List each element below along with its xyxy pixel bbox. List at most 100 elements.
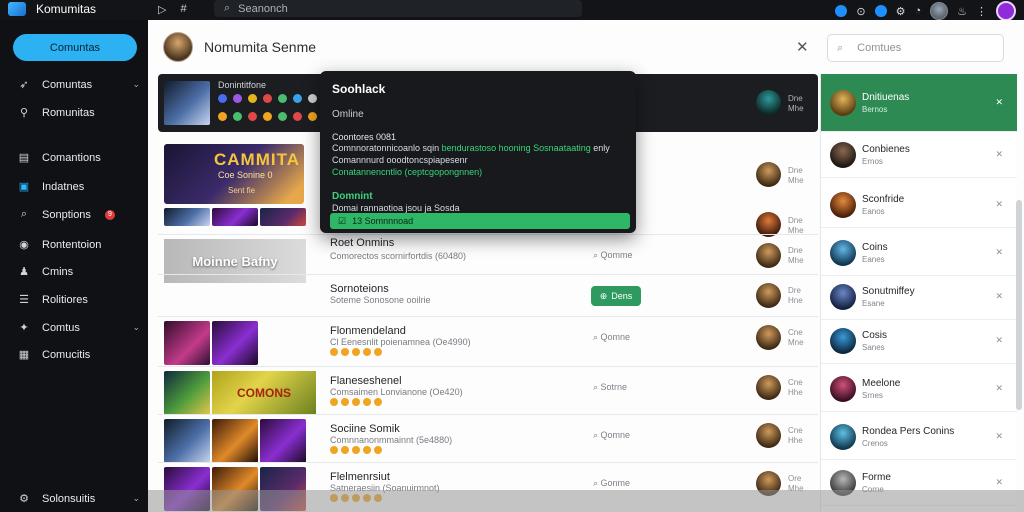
close-icon[interactable]: ✕ (995, 477, 1003, 488)
member-avatar[interactable] (756, 423, 781, 448)
row-meta: Dne Mhe (788, 166, 804, 186)
row-action-link[interactable]: ⌕ Qomme (593, 250, 633, 261)
bottom-overlay (148, 490, 1024, 512)
member-item[interactable]: Dnitiuenas Bernos ✕ (821, 74, 1017, 132)
sidebar-item-11[interactable]: ⚙ Solonsuitis ⌄ (18, 492, 140, 506)
community-row[interactable]: Sornoteions Soteme Sonosone ooilrie ⊕ Dens D… (158, 274, 818, 316)
sidebar-item-5[interactable]: ⌕ Sonptions 9 (18, 208, 140, 221)
media-thumbnail (260, 208, 306, 226)
chevron-down-icon[interactable]: ⌄ (132, 493, 140, 504)
close-icon[interactable]: ✕ (995, 431, 1003, 442)
popover-body-highlight: Conatannencntlio (ceptcgopongnnen) (332, 167, 483, 177)
sidebar-item-label: Rolitiores (42, 293, 88, 306)
close-icon[interactable]: ✕ (995, 199, 1003, 210)
member-item[interactable]: Rondea Pers Conins Crenos ✕ (821, 414, 1017, 460)
banner-caption: Sent fie (228, 186, 256, 195)
chevron-down-icon[interactable]: ⌄ (132, 79, 140, 90)
media-thumbnail (164, 321, 210, 365)
emoji-icon (363, 446, 371, 454)
emoji-icon (278, 94, 287, 103)
member-avatar[interactable] (756, 162, 781, 187)
sidebar-item-label: Romunitas (42, 106, 95, 119)
member-name: Forme (862, 472, 891, 483)
header-search-placeholder: Comtues (857, 42, 902, 54)
sidebar-item-10[interactable]: ▦ Comucitis (18, 348, 140, 362)
chevron-down-icon[interactable]: ⌄ (132, 322, 140, 333)
close-icon[interactable]: ✕ (995, 97, 1003, 108)
sidebar-item-8[interactable]: ☰ Rolitiores (18, 293, 140, 307)
community-row[interactable]: Sociine Somik Comnnanonmmainnt (5e4880) ⌕ … (158, 414, 818, 463)
sidebar-item-4[interactable]: ▣ Indatnes (18, 180, 140, 194)
member-item[interactable]: Cosis Sanes ✕ (821, 318, 1017, 364)
emoji-icon (293, 112, 302, 121)
row-action-link[interactable]: ⌕ Gonme (593, 478, 630, 489)
sidebar-item-3[interactable]: ▤ Comantions (18, 151, 140, 165)
meta-line: Mhe (788, 104, 804, 113)
member-status: Bernos (862, 105, 888, 114)
info-icon[interactable] (874, 5, 887, 17)
sidebar-item-label: Rontentoion (42, 238, 102, 251)
member-item[interactable]: Sonutmiffey Esane ✕ (821, 274, 1017, 320)
member-avatar[interactable] (756, 325, 781, 350)
settings-icon[interactable]: ⚙ (896, 5, 906, 18)
location-icon[interactable]: ⊙ (856, 5, 865, 18)
close-icon[interactable]: ✕ (995, 247, 1003, 258)
member-avatar (830, 376, 856, 402)
community-avatar[interactable] (163, 32, 193, 62)
sidebar-item-6[interactable]: ◉ Rontentoion (18, 238, 140, 252)
sidebar-item-9[interactable]: ✦ Comtus ⌄ (18, 321, 140, 335)
flame-icon[interactable]: ♨ (957, 5, 967, 18)
close-icon[interactable]: ✕ (995, 291, 1003, 302)
member-avatar[interactable] (756, 375, 781, 400)
close-icon[interactable]: ✕ (995, 383, 1003, 394)
bell-icon[interactable]: ◔ (914, 5, 921, 17)
join-button[interactable]: ⊕ Dens (591, 286, 641, 306)
row-action-link[interactable]: ⌕ Sotrne (593, 382, 627, 393)
member-status: Eanos (862, 207, 885, 216)
search-icon: ⌕ (837, 41, 844, 54)
close-icon[interactable]: ✕ (995, 335, 1003, 346)
emoji-icon (341, 398, 349, 406)
community-row[interactable]: Moinne Bafny Roet Onmins Comorectos scorni… (158, 234, 818, 283)
notification-badge: 9 (104, 209, 115, 220)
member-item[interactable]: Sconfride Eanos ✕ (821, 182, 1017, 228)
member-item[interactable]: Conbienes Ernos ✕ (821, 132, 1017, 178)
meta-line: Mhe (788, 176, 804, 185)
more-icon[interactable]: ⋮ (976, 5, 987, 18)
emoji-icon (308, 112, 317, 121)
close-icon[interactable]: ✕ (995, 149, 1003, 160)
row-meta: Dne Mhe (788, 216, 804, 236)
play-icon[interactable]: ▷ (158, 3, 166, 16)
user-avatar[interactable] (930, 2, 949, 20)
sidebar-item-1[interactable]: ➶ Comuntas ⌄ (18, 78, 140, 92)
primary-button[interactable]: Comuntas (13, 34, 137, 61)
bookmark-icon: ▤ (18, 152, 30, 164)
member-avatar[interactable] (756, 283, 781, 308)
header-search-input[interactable]: ⌕ Comtues (827, 34, 1004, 62)
profile-avatar[interactable] (996, 1, 1016, 21)
row-meta: Cne Hhe (788, 426, 803, 446)
member-avatar[interactable] (756, 90, 781, 115)
sidebar-item-7[interactable]: ♟ Cmins (18, 265, 140, 279)
member-item[interactable]: Coins Eanes ✕ (821, 230, 1017, 276)
community-thumbnail (164, 81, 210, 125)
sidebar-item-2[interactable]: ⚲ Romunitas (18, 106, 140, 120)
hash-icon[interactable]: # (180, 3, 186, 16)
row-action-link[interactable]: ⌕ Qomne (593, 430, 630, 441)
community-row[interactable]: Flonmendeland Cl Eenesnlit poienamnea (Oe… (158, 316, 818, 366)
community-row[interactable]: COMONS Flaneseshenel Comsaimen Lonvianone … (158, 366, 818, 415)
member-name: Sonutmiffey (862, 286, 915, 297)
notification-icon[interactable] (835, 5, 848, 17)
brand[interactable]: Komumitas (8, 2, 96, 16)
top-search-bar[interactable]: ⌕ Seanonch (214, 0, 582, 17)
member-avatar[interactable] (756, 243, 781, 268)
sidebar-item-label: Comantions (42, 151, 101, 164)
popover-join-button[interactable]: ☑ 13 Somnnnoad (330, 213, 630, 229)
check-icon: ☑ (338, 215, 347, 226)
emoji-icon (363, 398, 371, 406)
member-item[interactable]: Meelone Srnes ✕ (821, 366, 1017, 412)
row-title: Sornoteions (330, 283, 389, 295)
row-action-link[interactable]: ⌕ Qomne (593, 332, 630, 343)
scrollbar[interactable] (1016, 200, 1022, 410)
close-icon[interactable]: ✕ (796, 38, 809, 56)
